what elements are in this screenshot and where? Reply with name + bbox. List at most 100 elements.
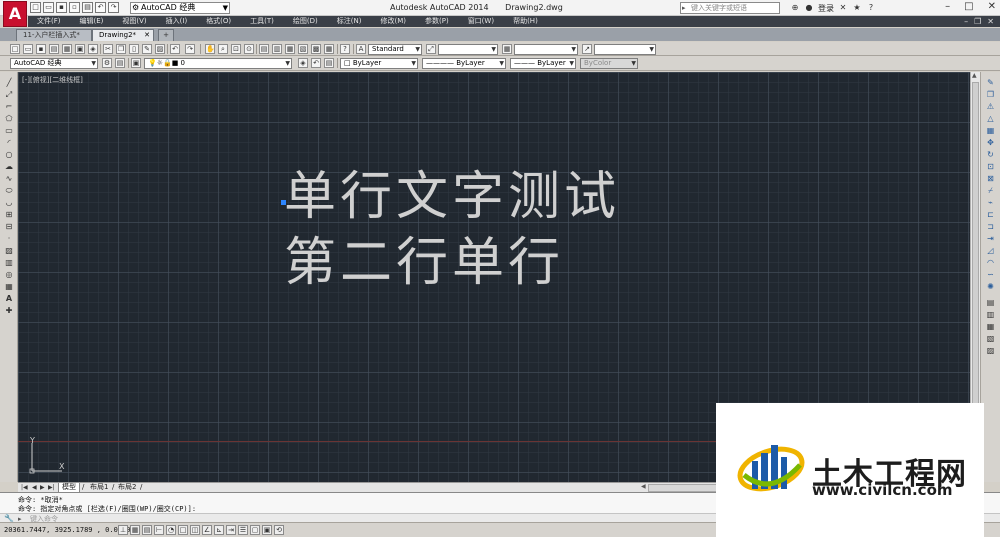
table-icon[interactable]: ▦ bbox=[4, 282, 14, 292]
zoom-previous-icon[interactable]: ⊙ bbox=[244, 44, 254, 54]
doc-close-icon[interactable]: ✕ bbox=[987, 16, 994, 27]
sheet-set-icon[interactable]: ▧ bbox=[298, 44, 308, 54]
ellipse-arc-icon[interactable]: ◡ bbox=[4, 198, 14, 208]
undo-icon[interactable]: ↶ bbox=[95, 2, 106, 13]
snap-mode-icon[interactable]: ▦ bbox=[130, 525, 140, 535]
plot-icon[interactable]: ▤ bbox=[82, 2, 93, 13]
grid-display-icon[interactable]: ▤ bbox=[142, 525, 152, 535]
layer-dropdown[interactable]: 💡☼🔒■ 0 ▼ bbox=[144, 58, 292, 69]
save-icon[interactable]: ▪ bbox=[56, 2, 67, 13]
rectangle-icon[interactable]: ▭ bbox=[4, 126, 14, 136]
rotate-icon[interactable]: ↻ bbox=[985, 150, 996, 160]
selection-cycling-icon[interactable]: ⟲ bbox=[274, 525, 284, 535]
menu-window[interactable]: 窗口(W) bbox=[463, 16, 499, 27]
add-selected-icon[interactable]: ✚ bbox=[4, 306, 14, 316]
dynamic-input-icon[interactable]: ⇥ bbox=[226, 525, 236, 535]
bring-above-icon[interactable]: ▧ bbox=[985, 334, 996, 344]
close-tab-icon[interactable]: ✕ bbox=[144, 30, 150, 41]
tab-drawing-1[interactable]: 11-入户栏插入式* bbox=[16, 29, 92, 41]
coordinates-readout[interactable]: 20361.7447, 3925.1789 , 0.0000 bbox=[4, 526, 130, 534]
plot-icon[interactable]: ▤ bbox=[49, 44, 59, 54]
line-icon[interactable]: ╱ bbox=[4, 78, 14, 88]
make-block-icon[interactable]: ⊟ bbox=[4, 222, 14, 232]
polygon-icon[interactable]: ⬠ bbox=[4, 114, 14, 124]
explode-icon[interactable]: ✺ bbox=[985, 282, 996, 292]
undo-icon[interactable]: ↶ bbox=[170, 44, 180, 54]
single-line-text-1[interactable]: 单行文字测试 bbox=[284, 154, 620, 229]
design-center-icon[interactable]: ▥ bbox=[272, 44, 282, 54]
last-layout-icon[interactable]: ▶| bbox=[48, 483, 55, 492]
calculator-icon[interactable]: ▦ bbox=[324, 44, 334, 54]
multileader-style-dropdown[interactable]: ▼ bbox=[594, 44, 656, 55]
open-file-icon[interactable]: ▭ bbox=[43, 2, 54, 13]
send-under-icon[interactable]: ▨ bbox=[985, 346, 996, 356]
workspace-settings-icon[interactable]: ⚙ bbox=[102, 58, 112, 68]
menu-view[interactable]: 视图(V) bbox=[117, 16, 151, 27]
first-layout-icon[interactable]: |◀ bbox=[21, 483, 28, 492]
color-dropdown[interactable]: □ ByLayer ▼ bbox=[340, 58, 418, 69]
dim-style-dropdown[interactable]: ▼ bbox=[438, 44, 498, 55]
infer-constraints-icon[interactable]: ⊥ bbox=[118, 525, 128, 535]
minimize-icon[interactable]: – bbox=[945, 1, 950, 12]
multiline-text-icon[interactable]: A bbox=[4, 294, 14, 304]
help-icon[interactable]: ? bbox=[340, 44, 350, 54]
help-icon[interactable]: ? bbox=[866, 3, 876, 13]
new-tab-button[interactable]: + bbox=[158, 29, 174, 41]
publish-icon[interactable]: ▣ bbox=[75, 44, 85, 54]
menu-file[interactable]: 文件(F) bbox=[32, 16, 66, 27]
polar-tracking-icon[interactable]: ◔ bbox=[166, 525, 176, 535]
dynamic-ucs-icon[interactable]: ⊾ bbox=[214, 525, 224, 535]
extend-icon[interactable]: ⌁ bbox=[985, 198, 996, 208]
doc-minimize-icon[interactable]: – bbox=[964, 16, 968, 27]
single-line-text-2[interactable]: 第二行单行 bbox=[284, 220, 564, 295]
linetype-dropdown[interactable]: ———— ByLayer ▼ bbox=[422, 58, 506, 69]
break-at-point-icon[interactable]: ⊏ bbox=[985, 210, 996, 220]
zoom-realtime-icon[interactable]: ⌕ bbox=[218, 44, 228, 54]
send-to-back-icon[interactable]: ▦ bbox=[985, 322, 996, 332]
menu-edit[interactable]: 编辑(E) bbox=[75, 16, 109, 27]
circle-icon[interactable]: ○ bbox=[4, 150, 14, 160]
scroll-left-icon[interactable]: ◀ bbox=[641, 483, 646, 490]
menu-dimension[interactable]: 标注(N) bbox=[332, 16, 367, 27]
layer-properties-icon[interactable]: ▣ bbox=[131, 58, 141, 68]
point-icon[interactable]: · bbox=[4, 234, 14, 244]
next-layout-icon[interactable]: ▶ bbox=[40, 483, 45, 492]
offset-icon[interactable]: △ bbox=[985, 114, 996, 124]
menu-help[interactable]: 帮助(H) bbox=[508, 16, 543, 27]
block-editor-icon[interactable]: ▨ bbox=[155, 44, 165, 54]
draw-order-icon[interactable]: ▤ bbox=[985, 298, 996, 308]
user-icon[interactable]: ● bbox=[804, 3, 814, 13]
star-icon[interactable]: ★ bbox=[852, 3, 862, 13]
exchange-icon[interactable]: ✕ bbox=[838, 3, 848, 13]
blend-curves-icon[interactable]: ∽ bbox=[985, 270, 996, 280]
multileader-style-icon[interactable]: ↗ bbox=[582, 44, 592, 54]
redo-icon[interactable]: ↷ bbox=[185, 44, 195, 54]
gradient-icon[interactable]: ▥ bbox=[4, 258, 14, 268]
object-snap-tracking-icon[interactable]: ∠ bbox=[202, 525, 212, 535]
table-style-icon[interactable]: ▦ bbox=[502, 44, 512, 54]
region-icon[interactable]: ◎ bbox=[4, 270, 14, 280]
save-icon[interactable]: ▪ bbox=[36, 44, 46, 54]
lineweight-icon[interactable]: ☰ bbox=[238, 525, 248, 535]
lineweight-dropdown[interactable]: ——— ByLayer ▼ bbox=[510, 58, 576, 69]
insert-block-icon[interactable]: ⊞ bbox=[4, 210, 14, 220]
autocad-logo-icon[interactable]: A bbox=[3, 1, 27, 27]
close-icon[interactable]: ✕ bbox=[988, 1, 996, 12]
text-grip[interactable] bbox=[281, 200, 286, 205]
arc-icon[interactable]: ◜ bbox=[4, 138, 14, 148]
break-icon[interactable]: ⊐ bbox=[985, 222, 996, 232]
workspace-dropdown[interactable]: AutoCAD 经典 ▼ bbox=[10, 58, 98, 69]
join-icon[interactable]: ⇥ bbox=[985, 234, 996, 244]
move-icon[interactable]: ✥ bbox=[985, 138, 996, 148]
qnew-icon[interactable]: □ bbox=[10, 44, 20, 54]
text-style-dropdown[interactable]: Standard ▼ bbox=[368, 44, 422, 55]
tool-palettes-icon[interactable]: ▦ bbox=[285, 44, 295, 54]
plot-preview-icon[interactable]: ▦ bbox=[62, 44, 72, 54]
stretch-icon[interactable]: ⊠ bbox=[985, 174, 996, 184]
maximize-icon[interactable]: □ bbox=[964, 1, 973, 12]
menu-format[interactable]: 格式(O) bbox=[201, 16, 236, 27]
properties-icon[interactable]: ▤ bbox=[259, 44, 269, 54]
paste-icon[interactable]: ▯ bbox=[129, 44, 139, 54]
copy-object-icon[interactable]: ❐ bbox=[985, 90, 996, 100]
menu-draw[interactable]: 绘图(D) bbox=[288, 16, 323, 27]
